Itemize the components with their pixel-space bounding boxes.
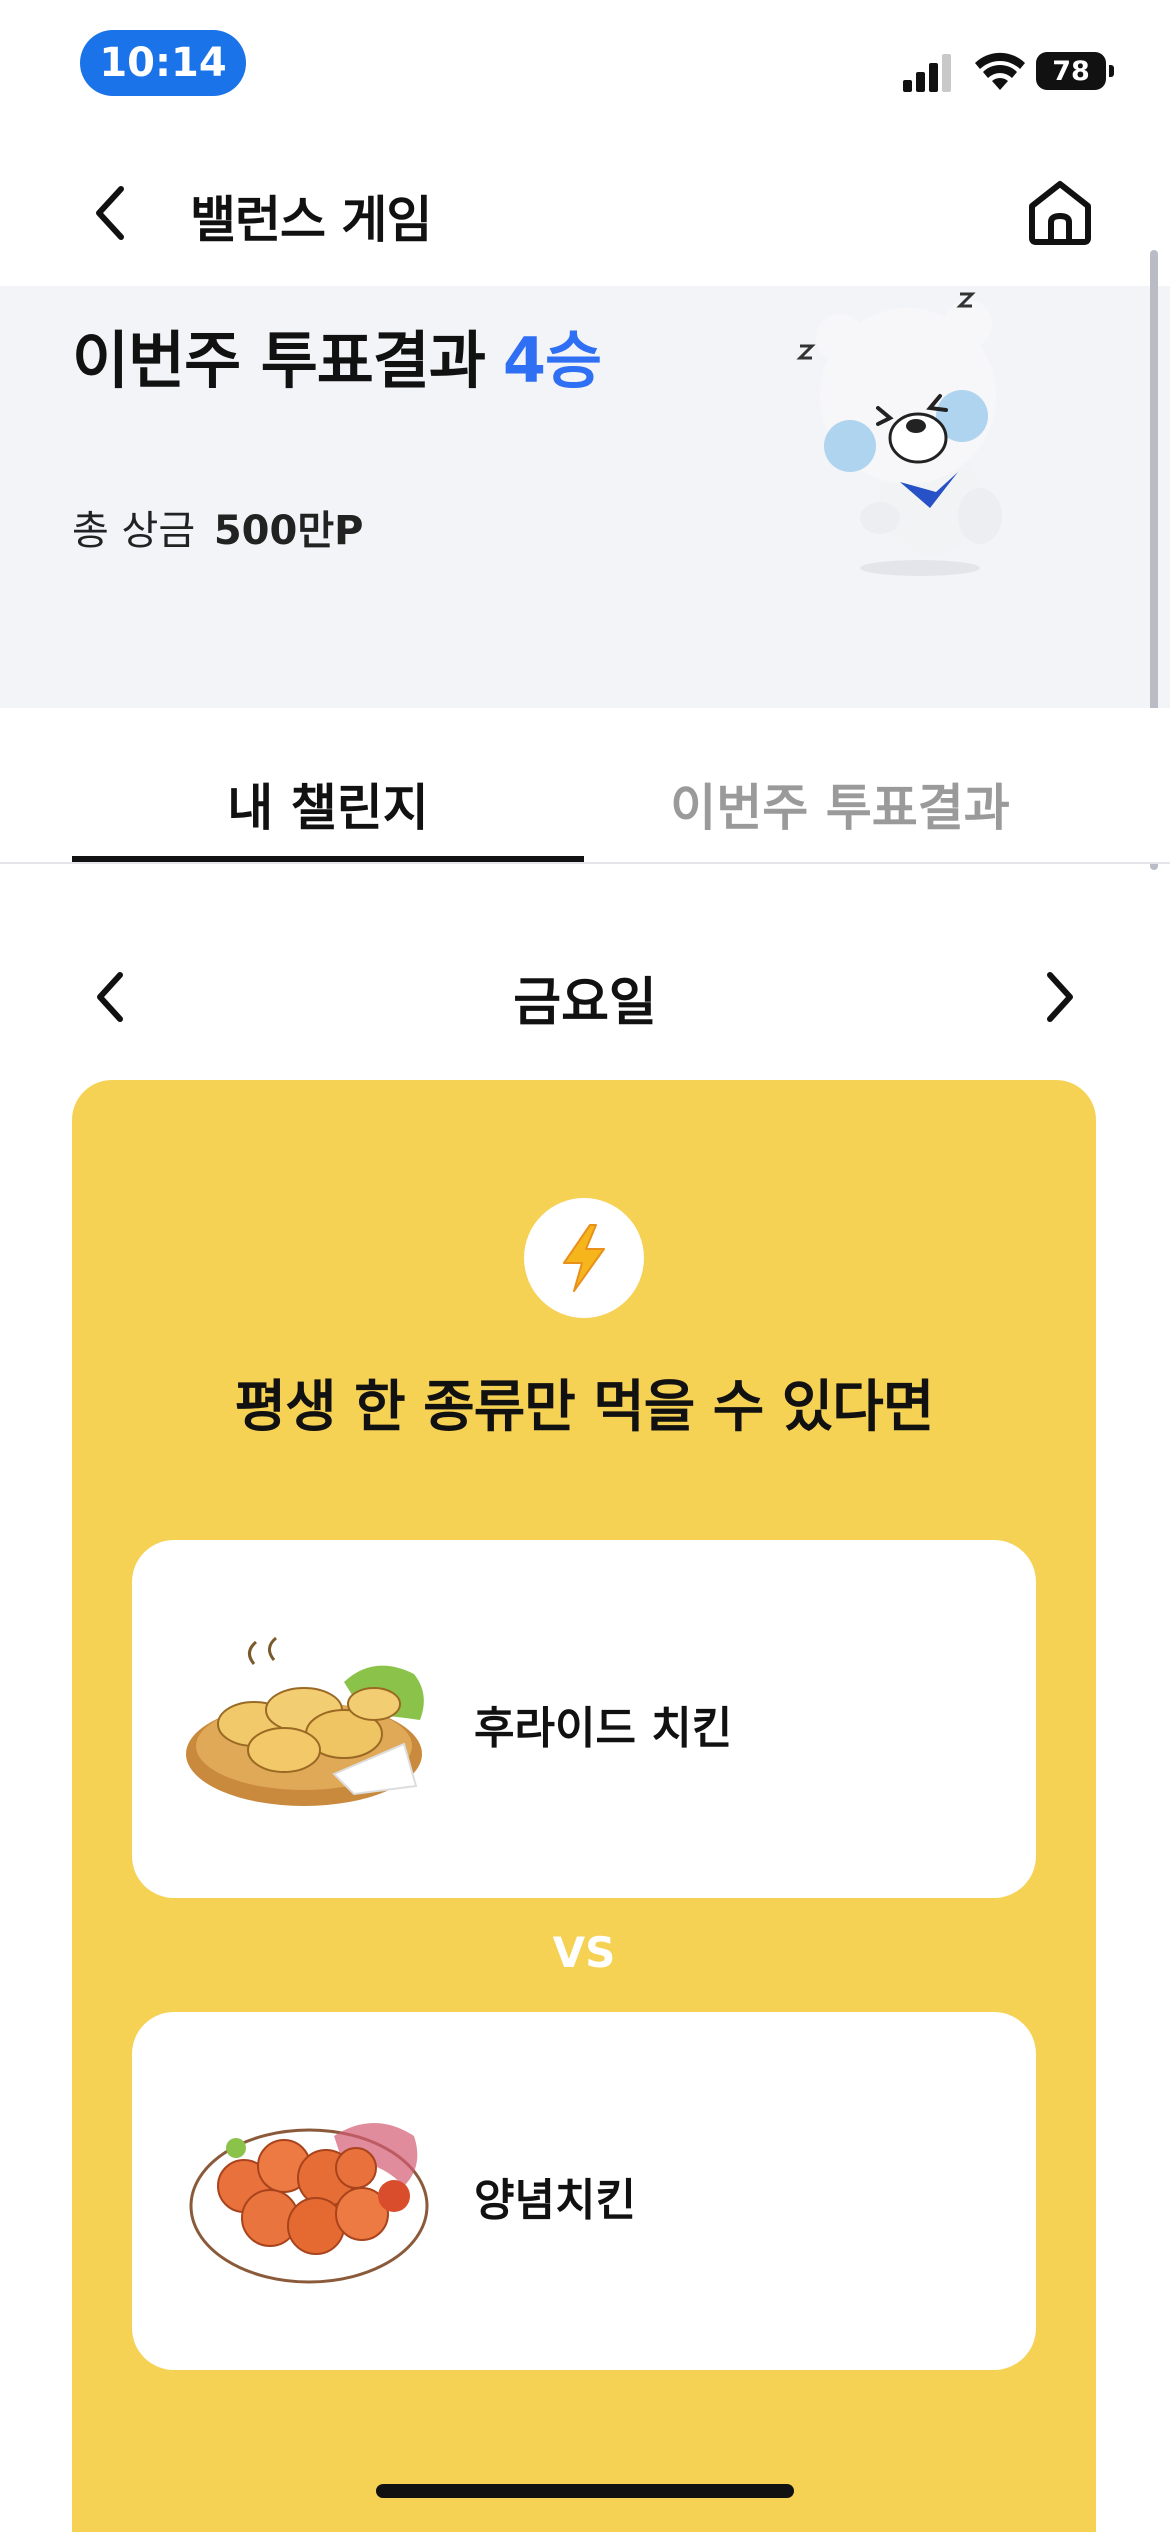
day-navigator: 금요일 xyxy=(0,940,1170,1050)
win-count: 4승 xyxy=(502,324,602,397)
option-seasoned-chicken[interactable]: 양념치킨 xyxy=(132,2012,1036,2370)
bolt-badge xyxy=(524,1198,644,1318)
page-title: 밸런스 게임 xyxy=(190,191,432,249)
option-label: 양념치킨 xyxy=(474,2175,636,2226)
option-label: 후라이드 치킨 xyxy=(474,1703,733,1754)
chevron-right-icon xyxy=(1047,972,1073,1022)
prize-label: 총 상금 xyxy=(72,508,196,554)
prize-amount: 500만P xyxy=(213,508,364,554)
vs-label: VS xyxy=(552,1928,616,1977)
home-button[interactable] xyxy=(1020,172,1100,252)
chevron-left-icon xyxy=(97,972,123,1022)
top-nav: 밸런스 게임 xyxy=(0,140,1170,286)
challenge-card: 평생 한 종류만 먹을 수 있다면 후라이드 치킨 VS 양념치킨 xyxy=(72,1080,1096,2532)
weekly-result-banner: 이번주 투표결과 4승 총 상금 500만P xyxy=(0,286,1170,708)
tab-my-challenge[interactable]: 내 챌린지 xyxy=(72,768,584,840)
wifi-icon xyxy=(975,52,1025,90)
banner-title-text: 이번주 투표결과 xyxy=(72,324,486,397)
next-day-button[interactable] xyxy=(1030,962,1090,1032)
home-indicator[interactable] xyxy=(376,2484,794,2498)
challenge-question: 평생 한 종류만 먹을 수 있다면 xyxy=(234,1375,935,1440)
status-time: 10:14 xyxy=(80,30,246,96)
chevron-left-icon xyxy=(96,186,124,240)
seasoned-chicken-illustration xyxy=(189,2123,429,2284)
banner-title: 이번주 투표결과 4승 xyxy=(72,310,602,400)
total-prize: 총 상금 500만P xyxy=(72,498,363,556)
previous-day-button[interactable] xyxy=(80,962,140,1032)
battery-icon: 78 xyxy=(1036,52,1114,90)
polar-bear-mascot xyxy=(796,292,1002,576)
fried-chicken-illustration xyxy=(186,1636,424,1806)
active-tab-indicator xyxy=(72,856,584,862)
balance-game-screen: 10:14 78 밸런스 게임 이번주 투표결과 4승 총 상금 500만P 내… xyxy=(0,0,1170,2532)
day-label: 금요일 xyxy=(513,973,657,1033)
back-button[interactable] xyxy=(80,178,140,248)
cellular-signal-icon xyxy=(903,54,951,92)
tab-bar: 내 챌린지 이번주 투표결과 xyxy=(0,708,1170,864)
status-bar: 10:14 78 xyxy=(0,0,1170,140)
option-fried-chicken[interactable]: 후라이드 치킨 xyxy=(132,1540,1036,1898)
lightning-bolt-icon xyxy=(563,1224,605,1292)
home-icon xyxy=(1029,181,1091,245)
tab-weekly-results[interactable]: 이번주 투표결과 xyxy=(584,768,1096,840)
